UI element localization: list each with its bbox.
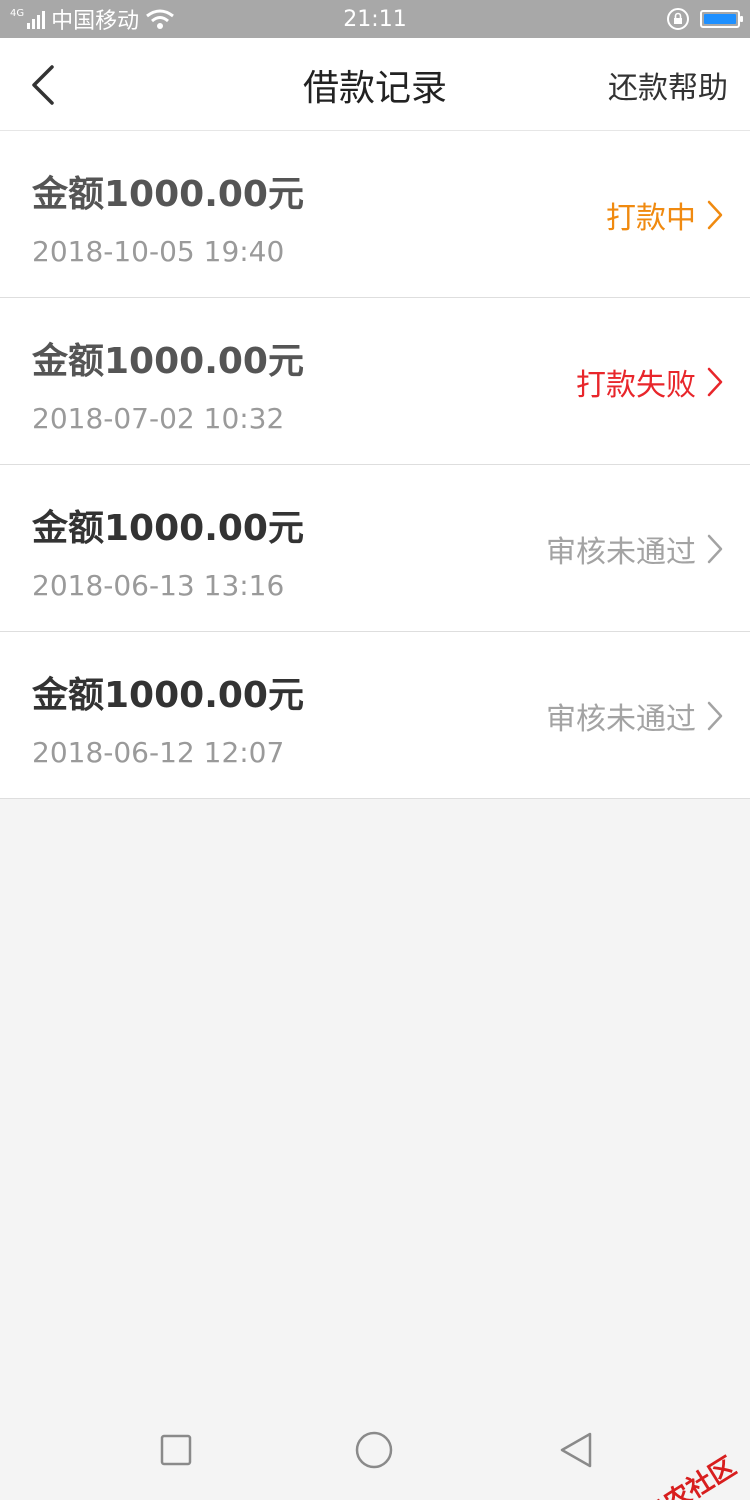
record-amount: 金额1000.00元: [32, 508, 304, 549]
watermark-logo: 卡农社区: [610, 1447, 742, 1500]
rotation-lock-icon: [666, 7, 690, 31]
chevron-right-icon: [707, 701, 723, 730]
loan-record-list: 金额1000.00元 2018-10-05 19:40 打款中 金额1000.0…: [0, 131, 750, 799]
repayment-help-link[interactable]: 还款帮助: [608, 38, 728, 131]
record-time: 2018-07-02 10:32: [32, 402, 285, 435]
battery-icon: [700, 10, 743, 28]
record-status: 打款中: [606, 131, 724, 298]
loan-record-item[interactable]: 金额1000.00元 2018-06-12 12:07 审核未通过: [0, 632, 750, 799]
carrier-name: 中国移动: [51, 9, 140, 34]
record-amount: 金额1000.00元: [32, 341, 304, 382]
watermark-text: 卡农社区: [637, 1451, 742, 1500]
record-amount: 金额1000.00元: [32, 675, 304, 716]
loan-record-item[interactable]: 金额1000.00元 2018-10-05 19:40 打款中: [0, 131, 750, 298]
system-back-button[interactable]: [556, 1430, 596, 1470]
record-status: 审核未通过: [546, 632, 724, 799]
wifi-icon: [145, 8, 175, 30]
status-bar: 4G 中国移动 21:11: [0, 0, 750, 38]
recent-apps-button[interactable]: [156, 1430, 196, 1470]
chevron-right-icon: [707, 200, 723, 229]
app-header: 借款记录 还款帮助: [0, 38, 750, 131]
home-button[interactable]: [354, 1430, 394, 1470]
record-time: 2018-10-05 19:40: [32, 235, 285, 268]
chevron-right-icon: [707, 367, 723, 396]
network-type: 4G: [10, 8, 25, 19]
record-time: 2018-06-13 13:16: [32, 569, 285, 602]
system-nav-bar: 卡农社区: [0, 1400, 750, 1500]
record-amount: 金额1000.00元: [32, 174, 304, 215]
record-status: 审核未通过: [546, 465, 724, 632]
status-right: [666, 0, 743, 38]
clock: 21:11: [343, 6, 407, 32]
chevron-right-icon: [707, 534, 723, 563]
square-icon: [160, 1434, 192, 1466]
record-status: 打款失败: [576, 298, 724, 465]
cellular-signal-icon: 4G: [10, 8, 46, 29]
status-left: 4G 中国移动: [10, 0, 175, 38]
record-status-label: 打款中: [606, 200, 696, 236]
record-status-label: 审核未通过: [546, 701, 696, 737]
loan-record-item[interactable]: 金额1000.00元 2018-06-13 13:16 审核未通过: [0, 465, 750, 632]
loan-record-item[interactable]: 金额1000.00元 2018-07-02 10:32 打款失败: [0, 298, 750, 465]
record-status-label: 审核未通过: [546, 534, 696, 570]
circle-icon: [355, 1431, 393, 1469]
record-status-label: 打款失败: [576, 367, 696, 403]
record-time: 2018-06-12 12:07: [32, 736, 285, 769]
triangle-back-icon: [560, 1432, 592, 1468]
